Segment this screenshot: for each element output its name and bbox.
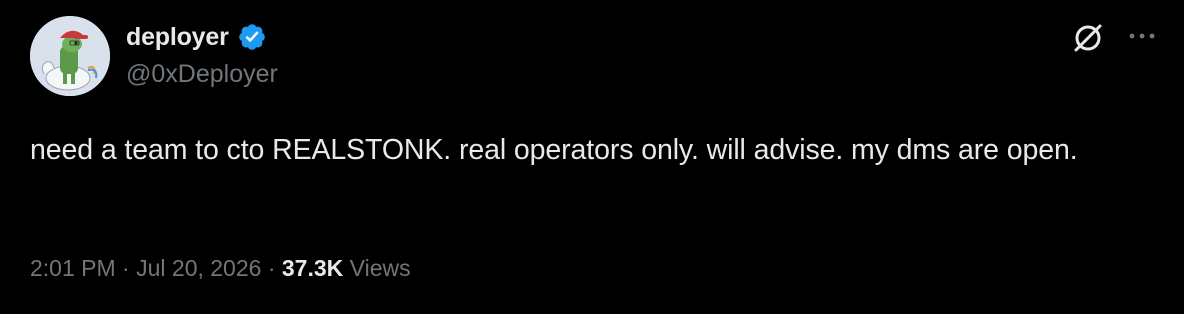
tweet-text: need a team to cto REALSTONK. real opera… — [30, 134, 1078, 166]
tweet-meta: 2:01 PM · Jul 20, 2026 · 37.3K Views — [30, 255, 411, 282]
avatar-cartoon-character-icon — [30, 16, 110, 96]
views-count[interactable]: 37.3K — [282, 255, 343, 282]
meta-separator: · — [261, 255, 282, 281]
views-label: Views — [343, 255, 411, 281]
tweet-card: deployer @0xDeployer need a team to cto … — [0, 0, 1184, 314]
meta-separator: · — [115, 255, 137, 281]
author-handle[interactable]: @0xDeployer — [126, 60, 278, 89]
author-display-name[interactable]: deployer — [126, 23, 229, 52]
tweet-date[interactable]: Jul 20, 2026 — [136, 255, 261, 282]
verified-badge-icon — [237, 22, 267, 52]
grok-icon[interactable] — [1068, 18, 1108, 58]
more-options-icon[interactable] — [1124, 18, 1160, 54]
tweet-time[interactable]: 2:01 PM — [30, 255, 116, 282]
avatar[interactable] — [30, 16, 110, 96]
author-name-row: deployer — [126, 22, 267, 52]
